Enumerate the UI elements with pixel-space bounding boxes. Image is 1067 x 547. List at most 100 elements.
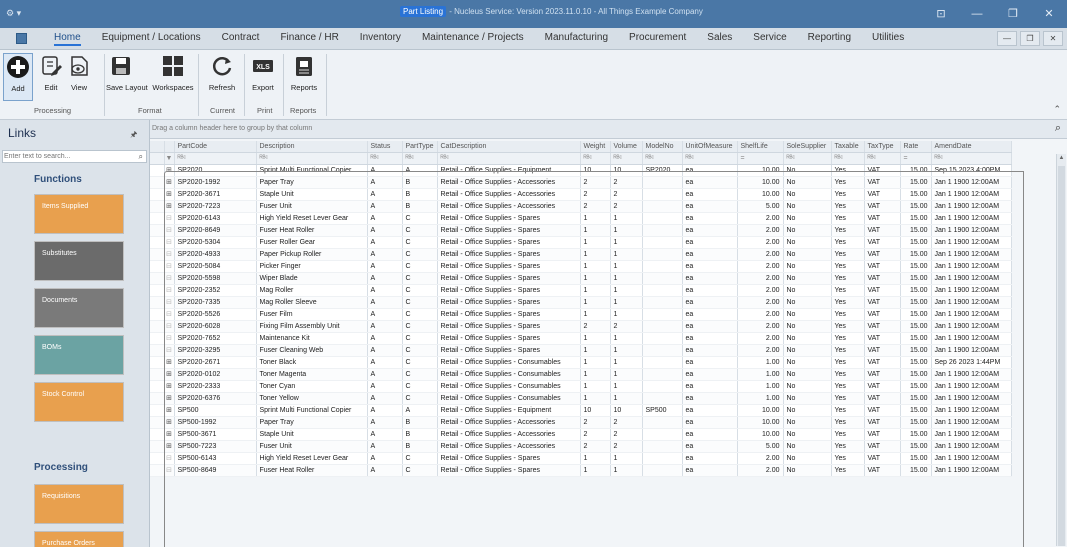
menu-procurement[interactable]: Procurement: [629, 32, 686, 46]
column-header-catdescription[interactable]: CatDescription: [437, 141, 581, 153]
table-row[interactable]: ⊟ SP2020-4933 Paper Pickup Roller A C Retail …: [150, 248, 1067, 261]
table-row[interactable]: ⊟ SP2020-3295 Fuser Cleaning Web A C Retail -…: [150, 344, 1067, 357]
table-row[interactable]: ⊞ SP2020-1992 Paper Tray A B Retail - Office …: [150, 176, 1067, 189]
table-row[interactable]: ⊟ SP2020-6028 Fixing Film Assembly Unit A C R…: [150, 320, 1067, 333]
filter-cell[interactable]: ᴿᴮᶜ: [580, 152, 611, 165]
filter-cell[interactable]: ᴿᴮᶜ: [256, 152, 368, 165]
expand-row-icon[interactable]: ⊞: [164, 380, 175, 393]
table-row[interactable]: ⊞ SP2020-2671 Toner Black A C Retail - Office…: [150, 356, 1067, 369]
table-row[interactable]: ⊞ SP2020-3671 Staple Unit A B Retail - Office…: [150, 188, 1067, 201]
menu-equipment-locations[interactable]: Equipment / Locations: [102, 32, 201, 46]
filter-cell[interactable]: ᴿᴮᶜ: [642, 152, 683, 165]
table-row[interactable]: ⊟ SP2020-7652 Maintenance Kit A C Retail - Of…: [150, 332, 1067, 345]
expand-row-icon[interactable]: ⊞: [164, 428, 175, 441]
link-tile-stock-control[interactable]: Stock Control: [34, 382, 124, 422]
pin-icon[interactable]: 🖈: [130, 129, 137, 143]
menu-contract[interactable]: Contract: [222, 32, 260, 46]
scroll-up-icon[interactable]: ▲: [1058, 155, 1065, 164]
link-tile-substitutes[interactable]: Substitutes: [34, 241, 124, 281]
table-row[interactable]: ⊞ SP500-1992 Paper Tray A B Retail - Office S…: [150, 416, 1067, 429]
column-header-solesupplier[interactable]: SoleSupplier: [783, 141, 832, 153]
table-row[interactable]: ⊟ SP500-8649 Fuser Heat Roller A C Retail - O…: [150, 464, 1067, 477]
mdi-minimize-button[interactable]: —: [997, 31, 1017, 46]
find-icon[interactable]: ⌕: [1055, 122, 1061, 135]
menu-finance-hr[interactable]: Finance / HR: [280, 32, 338, 46]
collapse-ribbon-icon[interactable]: ⌃: [1053, 104, 1061, 115]
filter-cell[interactable]: ᴿᴮᶜ: [610, 152, 643, 165]
table-row[interactable]: ⊟ SP500-6143 High Yield Reset Lever Gear A C…: [150, 452, 1067, 465]
group-panel[interactable]: Drag a column header here to group by th…: [150, 120, 1067, 139]
column-header-amenddate[interactable]: AmendDate: [931, 141, 1012, 153]
filter-icon[interactable]: ▼: [164, 152, 175, 165]
link-tile-items-supplied[interactable]: Items Supplied: [34, 194, 124, 234]
menu-manufacturing[interactable]: Manufacturing: [545, 32, 608, 46]
expand-row-icon[interactable]: ⊞: [164, 176, 175, 189]
extra-window-icon[interactable]: ⊡: [923, 0, 959, 28]
table-row[interactable]: ⊟ SP2020-5598 Wiper Blade A C Retail - Office…: [150, 272, 1067, 285]
expand-row-icon[interactable]: ⊞: [164, 200, 175, 213]
mdi-close-button[interactable]: ✕: [1043, 31, 1063, 46]
reports-button[interactable]: Reports: [287, 53, 321, 101]
filter-cell[interactable]: =: [900, 152, 932, 165]
column-header-status[interactable]: Status: [367, 141, 403, 153]
link-tile-requisitions[interactable]: Requisitions: [34, 484, 124, 524]
table-row[interactable]: ⊞ SP2020-2333 Toner Cyan A C Retail - Office …: [150, 380, 1067, 393]
expand-row-icon[interactable]: ⊞: [164, 416, 175, 429]
menu-utilities[interactable]: Utilities: [872, 32, 904, 46]
expand-row-icon[interactable]: ⊞: [164, 164, 175, 177]
table-row[interactable]: ⊟ SP2020-5526 Fuser Film A C Retail - Office …: [150, 308, 1067, 321]
column-header-parttype[interactable]: PartType: [402, 141, 438, 153]
column-header-modelno[interactable]: ModelNo: [642, 141, 683, 153]
expand-row-icon[interactable]: ⊞: [164, 404, 175, 417]
column-header-partcode[interactable]: PartCode: [174, 141, 257, 153]
add-button[interactable]: Add: [3, 53, 33, 101]
column-header-volume[interactable]: Volume: [610, 141, 643, 153]
table-row[interactable]: ⊞ SP2020 Sprint Multi Functional Copier A A R…: [150, 164, 1067, 177]
menu-home[interactable]: Home: [54, 32, 81, 46]
close-button[interactable]: ✕: [1031, 0, 1067, 28]
refresh-button[interactable]: Refresh: [206, 53, 238, 101]
table-row[interactable]: ⊞ SP2020-0102 Toner Magenta A C Retail - Offi…: [150, 368, 1067, 381]
filter-cell[interactable]: ᴿᴮᶜ: [864, 152, 901, 165]
scroll-thumb[interactable]: [1058, 166, 1065, 546]
expand-row-icon[interactable]: ⊞: [164, 188, 175, 201]
table-row[interactable]: ⊟ SP2020-7335 Mag Roller Sleeve A C Retail - …: [150, 296, 1067, 309]
vertical-scrollbar[interactable]: ▲: [1056, 154, 1066, 546]
column-header-unitofmeasure[interactable]: UnitOfMeasure: [682, 141, 738, 153]
save-layout-button[interactable]: Save Layout: [106, 53, 148, 101]
column-header-rate[interactable]: Rate: [900, 141, 932, 153]
workspaces-button[interactable]: Workspaces: [152, 53, 194, 101]
table-row[interactable]: ⊟ SP2020-2352 Mag Roller A C Retail - Office …: [150, 284, 1067, 297]
minimize-button[interactable]: —: [959, 0, 995, 28]
table-row[interactable]: ⊞ SP2020-6376 Toner Yellow A C Retail - Offic…: [150, 392, 1067, 405]
table-row[interactable]: ⊞ SP2020-7223 Fuser Unit A B Retail - Office …: [150, 200, 1067, 213]
restore-button[interactable]: ❐: [995, 0, 1031, 28]
menu-maintenance-projects[interactable]: Maintenance / Projects: [422, 32, 524, 46]
table-row[interactable]: ⊟ SP2020-5084 Picker Finger A C Retail - Offi…: [150, 260, 1067, 273]
filter-cell[interactable]: ᴿᴮᶜ: [682, 152, 738, 165]
column-header-description[interactable]: Description: [256, 141, 368, 153]
column-header-taxtype[interactable]: TaxType: [864, 141, 901, 153]
link-tile-purchase-orders[interactable]: Purchase Orders: [34, 531, 124, 547]
edit-button[interactable]: Edit: [38, 53, 64, 101]
table-row[interactable]: ⊟ SP2020-8649 Fuser Heat Roller A C Retail - …: [150, 224, 1067, 237]
table-row[interactable]: ⊞ SP500-7223 Fuser Unit A B Retail - Office S…: [150, 440, 1067, 453]
menu-sales[interactable]: Sales: [707, 32, 732, 46]
filter-cell[interactable]: ᴿᴮᶜ: [831, 152, 865, 165]
link-tile-boms[interactable]: BOMs: [34, 335, 124, 375]
expand-row-icon[interactable]: ⊞: [164, 392, 175, 405]
export-button[interactable]: XLS Export: [248, 53, 278, 101]
gear-icon[interactable]: ⚙ ▾: [6, 8, 21, 19]
menu-reporting[interactable]: Reporting: [808, 32, 851, 46]
column-header-weight[interactable]: Weight: [580, 141, 611, 153]
expand-row-icon[interactable]: ⊞: [164, 440, 175, 453]
links-search-input[interactable]: [3, 151, 128, 162]
filter-cell[interactable]: ᴿᴮᶜ: [367, 152, 403, 165]
app-menu-icon[interactable]: [16, 33, 27, 44]
filter-cell[interactable]: =: [737, 152, 784, 165]
link-tile-documents[interactable]: Documents: [34, 288, 124, 328]
column-header-shelflife[interactable]: ShelfLife: [737, 141, 784, 153]
table-row[interactable]: ⊟ SP2020-5304 Fuser Roller Gear A C Retail - …: [150, 236, 1067, 249]
search-icon[interactable]: ⌕: [139, 152, 143, 162]
filter-cell[interactable]: ᴿᴮᶜ: [931, 152, 1012, 165]
